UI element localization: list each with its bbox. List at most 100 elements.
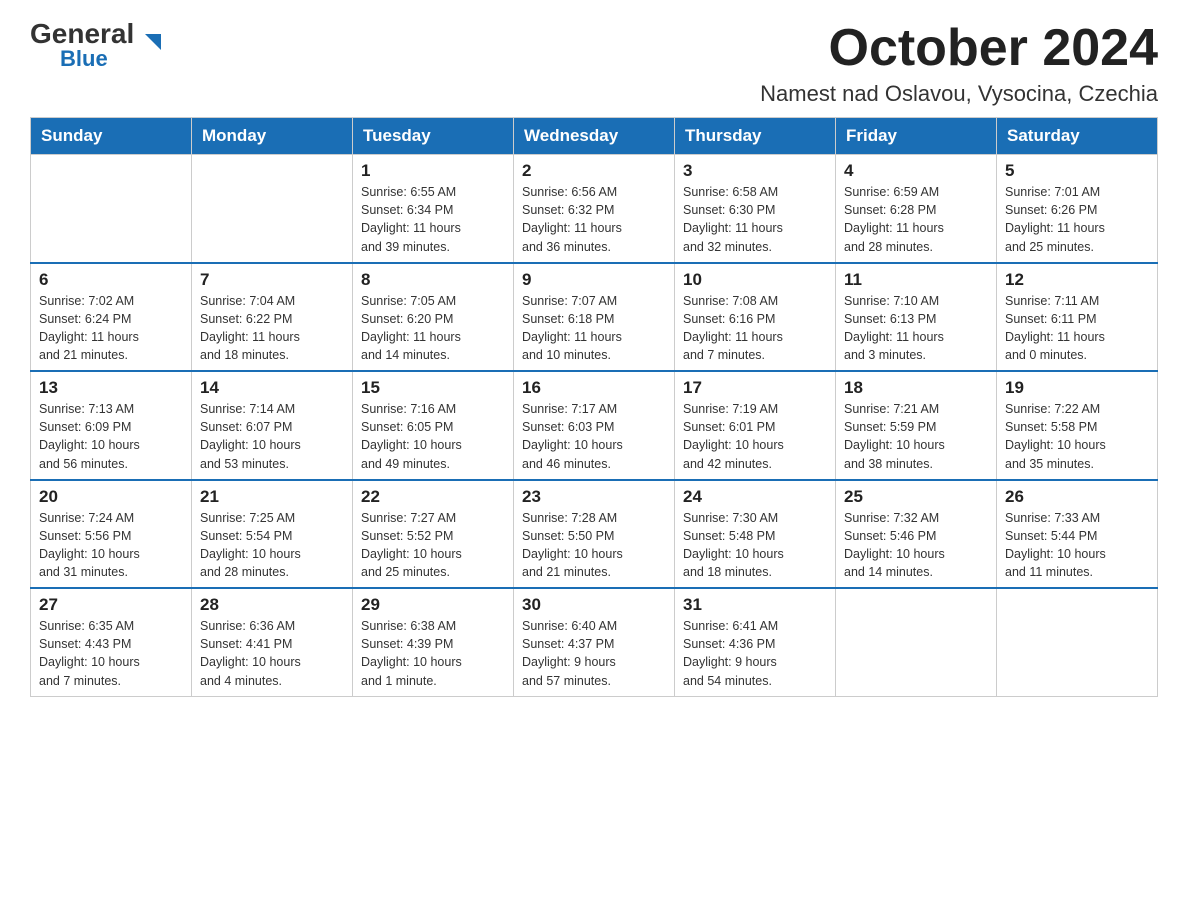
calendar-header-friday: Friday — [836, 118, 997, 155]
calendar-day-cell: 31 Sunrise: 6:41 AM Sunset: 4:36 PM Dayli… — [675, 588, 836, 696]
day-info: Sunrise: 6:40 AM Sunset: 4:37 PM Dayligh… — [522, 619, 617, 687]
calendar-table: SundayMondayTuesdayWednesdayThursdayFrid… — [30, 117, 1158, 697]
day-number: 9 — [522, 270, 666, 290]
day-info: Sunrise: 7:25 AM Sunset: 5:54 PM Dayligh… — [200, 511, 301, 579]
day-number: 6 — [39, 270, 183, 290]
day-info: Sunrise: 7:24 AM Sunset: 5:56 PM Dayligh… — [39, 511, 140, 579]
calendar-day-cell: 20 Sunrise: 7:24 AM Sunset: 5:56 PM Dayli… — [31, 480, 192, 589]
calendar-header-wednesday: Wednesday — [514, 118, 675, 155]
calendar-day-cell: 6 Sunrise: 7:02 AM Sunset: 6:24 PM Daylig… — [31, 263, 192, 372]
day-number: 13 — [39, 378, 183, 398]
calendar-day-cell: 23Sunrise: 7:28 AM Sunset: 5:50 PM Dayli… — [514, 480, 675, 589]
day-number: 4 — [844, 161, 988, 181]
logo: General Blue — [30, 20, 145, 70]
calendar-day-cell: 19 Sunrise: 7:22 AM Sunset: 5:58 PM Dayli… — [997, 371, 1158, 480]
day-info: Sunrise: 7:04 AM Sunset: 6:22 PM Dayligh… — [200, 294, 300, 362]
day-info: Sunrise: 6:58 AM Sunset: 6:30 PM Dayligh… — [683, 185, 783, 253]
day-info: Sunrise: 6:56 AM Sunset: 6:32 PM Dayligh… — [522, 185, 622, 253]
calendar-day-cell — [997, 588, 1158, 696]
day-number: 7 — [200, 270, 344, 290]
day-info: Sunrise: 6:59 AM Sunset: 6:28 PM Dayligh… — [844, 185, 944, 253]
calendar-day-cell — [192, 155, 353, 263]
calendar-day-cell: 4 Sunrise: 6:59 AM Sunset: 6:28 PM Daylig… — [836, 155, 997, 263]
day-number: 30 — [522, 595, 666, 615]
day-info: Sunrise: 7:16 AM Sunset: 6:05 PM Dayligh… — [361, 402, 462, 470]
calendar-week-row: 27Sunrise: 6:35 AM Sunset: 4:43 PM Dayli… — [31, 588, 1158, 696]
calendar-header-row: SundayMondayTuesdayWednesdayThursdayFrid… — [31, 118, 1158, 155]
day-info: Sunrise: 7:10 AM Sunset: 6:13 PM Dayligh… — [844, 294, 944, 362]
title-section: October 2024 Namest nad Oslavou, Vysocin… — [760, 20, 1158, 107]
day-info: Sunrise: 6:36 AM Sunset: 4:41 PM Dayligh… — [200, 619, 301, 687]
calendar-week-row: 13 Sunrise: 7:13 AM Sunset: 6:09 PM Dayli… — [31, 371, 1158, 480]
calendar-day-cell: 17 Sunrise: 7:19 AM Sunset: 6:01 PM Dayli… — [675, 371, 836, 480]
day-number: 27 — [39, 595, 183, 615]
calendar-week-row: 6 Sunrise: 7:02 AM Sunset: 6:24 PM Daylig… — [31, 263, 1158, 372]
day-info: Sunrise: 7:21 AM Sunset: 5:59 PM Dayligh… — [844, 402, 945, 470]
day-info: Sunrise: 6:55 AM Sunset: 6:34 PM Dayligh… — [361, 185, 461, 253]
day-info: Sunrise: 7:07 AM Sunset: 6:18 PM Dayligh… — [522, 294, 622, 362]
day-info: Sunrise: 7:13 AM Sunset: 6:09 PM Dayligh… — [39, 402, 140, 470]
calendar-header-monday: Monday — [192, 118, 353, 155]
calendar-day-cell: 22 Sunrise: 7:27 AM Sunset: 5:52 PM Dayli… — [353, 480, 514, 589]
logo-triangle-icon — [145, 34, 161, 50]
day-number: 5 — [1005, 161, 1149, 181]
day-info: Sunrise: 7:30 AM Sunset: 5:48 PM Dayligh… — [683, 511, 784, 579]
day-info: Sunrise: 7:19 AM Sunset: 6:01 PM Dayligh… — [683, 402, 784, 470]
day-number: 18 — [844, 378, 988, 398]
calendar-day-cell: 27Sunrise: 6:35 AM Sunset: 4:43 PM Dayli… — [31, 588, 192, 696]
calendar-header-thursday: Thursday — [675, 118, 836, 155]
day-info: Sunrise: 7:05 AM Sunset: 6:20 PM Dayligh… — [361, 294, 461, 362]
day-number: 16 — [522, 378, 666, 398]
day-info: Sunrise: 7:01 AM Sunset: 6:26 PM Dayligh… — [1005, 185, 1105, 253]
calendar-header-tuesday: Tuesday — [353, 118, 514, 155]
day-number: 19 — [1005, 378, 1149, 398]
calendar-day-cell: 26 Sunrise: 7:33 AM Sunset: 5:44 PM Dayli… — [997, 480, 1158, 589]
calendar-day-cell: 16 Sunrise: 7:17 AM Sunset: 6:03 PM Dayli… — [514, 371, 675, 480]
day-info: Sunrise: 7:17 AM Sunset: 6:03 PM Dayligh… — [522, 402, 623, 470]
calendar-day-cell: 1 Sunrise: 6:55 AM Sunset: 6:34 PM Daylig… — [353, 155, 514, 263]
calendar-day-cell: 24Sunrise: 7:30 AM Sunset: 5:48 PM Dayli… — [675, 480, 836, 589]
day-number: 17 — [683, 378, 827, 398]
calendar-day-cell: 7 Sunrise: 7:04 AM Sunset: 6:22 PM Daylig… — [192, 263, 353, 372]
day-number: 3 — [683, 161, 827, 181]
day-number: 28 — [200, 595, 344, 615]
calendar-day-cell: 12Sunrise: 7:11 AM Sunset: 6:11 PM Dayli… — [997, 263, 1158, 372]
logo-general-text: General — [30, 20, 134, 48]
day-number: 12 — [1005, 270, 1149, 290]
day-info: Sunrise: 7:33 AM Sunset: 5:44 PM Dayligh… — [1005, 511, 1106, 579]
calendar-day-cell — [31, 155, 192, 263]
calendar-day-cell: 10Sunrise: 7:08 AM Sunset: 6:16 PM Dayli… — [675, 263, 836, 372]
day-number: 2 — [522, 161, 666, 181]
calendar-day-cell: 15Sunrise: 7:16 AM Sunset: 6:05 PM Dayli… — [353, 371, 514, 480]
day-info: Sunrise: 6:41 AM Sunset: 4:36 PM Dayligh… — [683, 619, 778, 687]
day-number: 14 — [200, 378, 344, 398]
location-title: Namest nad Oslavou, Vysocina, Czechia — [760, 81, 1158, 107]
day-number: 31 — [683, 595, 827, 615]
calendar-day-cell: 30 Sunrise: 6:40 AM Sunset: 4:37 PM Dayli… — [514, 588, 675, 696]
page-header: General Blue October 2024 Namest nad Osl… — [30, 20, 1158, 107]
day-number: 20 — [39, 487, 183, 507]
calendar-day-cell: 28 Sunrise: 6:36 AM Sunset: 4:41 PM Dayli… — [192, 588, 353, 696]
day-info: Sunrise: 7:08 AM Sunset: 6:16 PM Dayligh… — [683, 294, 783, 362]
day-number: 25 — [844, 487, 988, 507]
day-info: Sunrise: 7:14 AM Sunset: 6:07 PM Dayligh… — [200, 402, 301, 470]
calendar-day-cell: 13 Sunrise: 7:13 AM Sunset: 6:09 PM Dayli… — [31, 371, 192, 480]
calendar-week-row: 20 Sunrise: 7:24 AM Sunset: 5:56 PM Dayli… — [31, 480, 1158, 589]
calendar-day-cell: 29Sunrise: 6:38 AM Sunset: 4:39 PM Dayli… — [353, 588, 514, 696]
calendar-day-cell: 2 Sunrise: 6:56 AM Sunset: 6:32 PM Daylig… — [514, 155, 675, 263]
calendar-header-saturday: Saturday — [997, 118, 1158, 155]
day-info: Sunrise: 7:28 AM Sunset: 5:50 PM Dayligh… — [522, 511, 623, 579]
day-number: 29 — [361, 595, 505, 615]
day-info: Sunrise: 7:27 AM Sunset: 5:52 PM Dayligh… — [361, 511, 462, 579]
day-info: Sunrise: 7:22 AM Sunset: 5:58 PM Dayligh… — [1005, 402, 1106, 470]
calendar-day-cell: 18 Sunrise: 7:21 AM Sunset: 5:59 PM Dayli… — [836, 371, 997, 480]
day-number: 1 — [361, 161, 505, 181]
logo-blue-text: Blue — [60, 48, 108, 70]
calendar-day-cell: 8 Sunrise: 7:05 AM Sunset: 6:20 PM Daylig… — [353, 263, 514, 372]
day-info: Sunrise: 7:02 AM Sunset: 6:24 PM Dayligh… — [39, 294, 139, 362]
calendar-day-cell: 3 Sunrise: 6:58 AM Sunset: 6:30 PM Daylig… — [675, 155, 836, 263]
day-number: 26 — [1005, 487, 1149, 507]
day-number: 11 — [844, 270, 988, 290]
day-number: 8 — [361, 270, 505, 290]
day-number: 22 — [361, 487, 505, 507]
